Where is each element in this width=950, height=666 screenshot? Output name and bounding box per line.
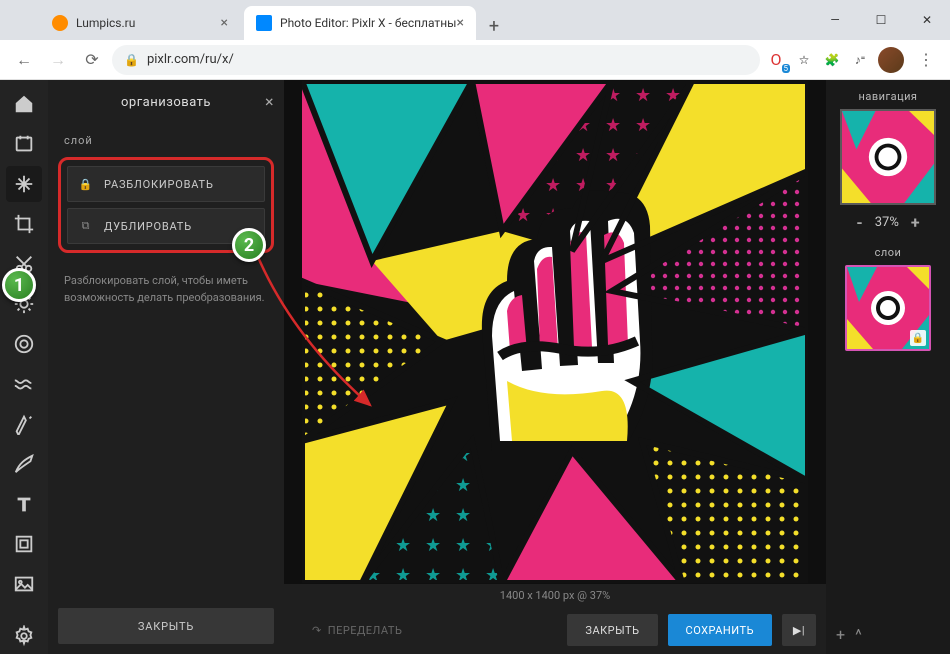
crop-tool[interactable] [6,206,42,242]
panel-help-text: Разблокировать слой, чтобы иметь возможн… [48,263,284,316]
duplicate-label: ДУБЛИРОВАТЬ [104,220,192,233]
annotation-marker-2: 2 [232,228,266,262]
tab-title: Lumpics.ru [76,16,135,30]
layer-lock-icon: 🔒 [910,330,926,346]
element-tool[interactable] [6,526,42,562]
reload-button[interactable]: ⟳ [78,46,106,74]
settings-tool[interactable] [6,618,42,654]
export-button[interactable]: ▶| [782,614,816,646]
lock-icon: 🔒 [124,53,139,67]
forward-button[interactable]: → [44,46,72,74]
canvas-status: 1400 x 1400 px @ 37% [284,584,826,606]
url-bar[interactable]: 🔒 pixlr.com/ru/x/ [112,45,760,75]
layer-thumbnail[interactable]: 🔒 [845,265,931,351]
effect-tool[interactable] [6,326,42,362]
unlock-button[interactable]: 🔒 РАЗБЛОКИРОВАТЬ [67,166,265,202]
right-panel: навигация - 37% + слои [826,80,950,654]
annotation-marker-1: 1 [2,268,36,302]
layers-label: слои [875,240,902,265]
open-tool[interactable] [6,126,42,162]
save-button[interactable]: СОХРАНИТЬ [668,614,772,646]
music-ext-icon[interactable]: ♪⁼ [850,50,870,70]
window-minimize[interactable]: — [812,0,858,40]
window-maximize[interactable]: ☐ [858,0,904,40]
tab-close-icon[interactable]: × [221,15,228,31]
add-layer-button[interactable]: + [836,625,845,644]
annotation-arrow [250,245,390,415]
panel-header: организовать × [48,80,284,124]
favicon-pixlr [256,15,272,31]
copy-icon: ⧉ [78,219,94,233]
panel-close-icon[interactable]: × [265,92,274,111]
extension-icons: O 5 ☆ 🧩 ♪⁼ ⋮ [766,46,940,74]
draw-tool[interactable] [6,446,42,482]
liquify-tool[interactable] [6,366,42,402]
puzzle-ext-icon[interactable]: 🧩 [822,50,842,70]
retouch-tool[interactable] [6,406,42,442]
tab-pixlr[interactable]: Photo Editor: Pixlr X - бесплатны × [244,6,476,40]
address-bar-row: ← → ⟳ 🔒 pixlr.com/ru/x/ O 5 ☆ 🧩 ♪⁼ ⋮ [0,40,950,80]
layers-footer: + ^ [826,615,950,654]
left-toolbar [0,80,48,654]
profile-avatar[interactable] [878,47,904,73]
url-text: pixlr.com/ru/x/ [147,52,234,67]
organize-panel: организовать × слой 🔒 РАЗБЛОКИРОВАТЬ ⧉ Д… [48,80,284,654]
pixlr-app: организовать × слой 🔒 РАЗБЛОКИРОВАТЬ ⧉ Д… [0,80,950,654]
arrange-tool[interactable] [6,166,42,202]
tab-close-icon[interactable]: × [456,15,463,31]
zoom-controls: - 37% + [856,205,919,240]
zoom-out-button[interactable]: - [856,213,862,232]
canvas-action-bar: ↷ ПЕРЕДЕЛАТЬ ЗАКРЫТЬ СОХРАНИТЬ ▶| [284,606,826,654]
layer-options-button[interactable]: ^ [855,625,862,644]
navigation-label: навигация [826,80,950,109]
text-tool[interactable] [6,486,42,522]
zoom-value: 37% [875,215,899,230]
tab-lumpics[interactable]: Lumpics.ru × [40,6,240,40]
home-tool[interactable] [6,86,42,122]
redo-button[interactable]: ↷ ПЕРЕДЕЛАТЬ [294,614,420,646]
tab-title: Photo Editor: Pixlr X - бесплатны [280,16,456,30]
window-controls: — ☐ ✕ [812,0,950,40]
star-icon[interactable]: ☆ [794,50,814,70]
browser-tabs: Lumpics.ru × Photo Editor: Pixlr X - бес… [0,0,950,40]
favicon-lumpics [52,15,68,31]
close-button[interactable]: ЗАКРЫТЬ [567,614,657,646]
menu-button[interactable]: ⋮ [912,46,940,74]
unlock-label: РАЗБЛОКИРОВАТЬ [104,178,214,191]
opera-ext-icon[interactable]: O 5 [766,50,786,70]
new-tab-button[interactable]: + [480,12,508,40]
panel-title: организовать [121,95,211,110]
navigation-thumbnail[interactable] [840,109,936,205]
window-close[interactable]: ✕ [904,0,950,40]
lock-icon: 🔒 [78,178,94,191]
image-tool[interactable] [6,566,42,602]
panel-section-label: слой [48,124,284,157]
panel-close-button[interactable]: ЗАКРЫТЬ [58,608,274,644]
back-button[interactable]: ← [10,46,38,74]
zoom-in-button[interactable]: + [911,213,920,232]
